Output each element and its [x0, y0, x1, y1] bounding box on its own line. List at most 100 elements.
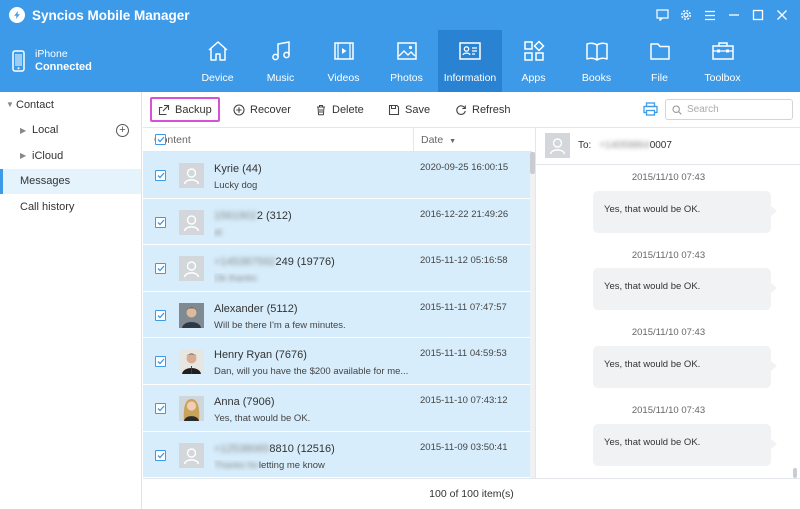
contact-name: 15619022 (312)	[214, 209, 292, 222]
collapse-arrow-icon[interactable]: ▶	[20, 151, 30, 160]
message-preview: Dan, will you have the $200 available fo…	[214, 366, 409, 378]
device-status: Connected	[35, 61, 92, 73]
avatar-placeholder-icon	[179, 442, 204, 468]
menu-icon[interactable]	[698, 3, 722, 27]
column-header-date[interactable]: Date ▼	[421, 134, 456, 146]
tab-file[interactable]: File	[628, 30, 691, 92]
home-icon	[208, 41, 227, 61]
list-item[interactable]: Anna (7906) Yes, that would be OK. 2015-…	[143, 384, 532, 432]
sidebar-item-label: Local	[32, 124, 59, 137]
message-date: 2020-09-25 16:00:15	[420, 162, 509, 173]
list-item[interactable]: 15619022 (312) at 2016-12-22 21:49:26	[143, 198, 532, 246]
delete-label: Delete	[332, 104, 364, 116]
app-logo-icon	[9, 7, 25, 23]
save-label: Save	[405, 104, 431, 116]
date-header-label: Date	[421, 134, 444, 146]
expand-arrow-icon[interactable]: ▼	[6, 100, 16, 109]
row-checkbox[interactable]	[155, 356, 166, 368]
row-checkbox[interactable]	[155, 216, 166, 228]
main-navbar: iPhone Connected Device Music Videos Pho…	[0, 30, 800, 92]
tab-apps[interactable]: Apps	[502, 30, 565, 92]
title-bar: Syncios Mobile Manager	[0, 0, 800, 30]
window-controls	[650, 0, 794, 30]
list-item[interactable]: +125380658810 (12516) Thanks forletting …	[143, 431, 532, 478]
row-checkbox[interactable]	[155, 449, 166, 461]
search-icon	[672, 104, 682, 115]
tab-label: Photos	[390, 72, 423, 84]
tab-label: Books	[581, 72, 612, 84]
tab-music[interactable]: Music	[249, 30, 312, 92]
trash-icon	[317, 105, 325, 116]
avatar-placeholder-icon	[179, 209, 204, 235]
floppy-icon	[388, 104, 400, 116]
add-group-icon[interactable]: +	[116, 123, 129, 137]
avatar-placeholder-icon	[179, 256, 204, 282]
message-bubble[interactable]: Yes, that would be OK.	[593, 268, 777, 310]
message-date: 2015-11-10 07:43:12	[420, 394, 508, 406]
message-timestamp: 2015/11/10 07:43	[631, 327, 706, 338]
redacted-text: at	[214, 226, 222, 238]
settings-gear-icon[interactable]	[674, 3, 698, 27]
sidebar-item-label: Messages	[20, 175, 71, 188]
print-icon[interactable]	[643, 102, 658, 119]
refresh-icon	[456, 105, 466, 115]
list-item[interactable]: +145387592249 (19776) Ok thanks 2015-11-…	[143, 245, 532, 292]
feedback-icon[interactable]	[650, 3, 674, 27]
recover-button[interactable]: Recover	[233, 100, 291, 120]
recipient: To: +14059864 0007	[578, 140, 672, 151]
row-checkbox[interactable]	[155, 263, 166, 275]
to-label: To:	[578, 140, 592, 151]
tab-toolbox[interactable]: Toolbox	[691, 30, 754, 92]
search-input[interactable]	[687, 104, 787, 115]
contact-name: +125380658810 (12516)	[214, 442, 335, 455]
sidebar-item-messages[interactable]: Messages	[0, 168, 141, 194]
row-checkbox[interactable]	[155, 309, 166, 321]
row-checkbox[interactable]	[155, 170, 166, 181]
conversation-header: To: +14059864 0007	[536, 128, 800, 165]
list-item[interactable]: Alexander (5112) Will be there I'm a few…	[143, 291, 532, 339]
list-item[interactable]: Henry Ryan (7676) Dan, will you have the…	[143, 338, 532, 385]
tab-photos[interactable]: Photos	[375, 30, 438, 92]
tab-label: Device	[201, 72, 234, 84]
device-info[interactable]: iPhone Connected	[0, 30, 142, 92]
sidebar-item-icloud[interactable]: ▶ iCloud	[0, 143, 141, 169]
message-bubble[interactable]: Yes, that would be OK.	[593, 346, 777, 388]
redacted-text: 1561902	[214, 209, 257, 222]
tab-information[interactable]: Information	[438, 30, 502, 92]
tab-label: Toolbox	[704, 72, 741, 84]
tab-device[interactable]: Device	[186, 30, 249, 92]
sidebar-item-call-history[interactable]: Call history	[0, 194, 141, 220]
folder-icon	[649, 43, 670, 60]
refresh-button[interactable]: Refresh	[455, 100, 511, 120]
tab-videos[interactable]: Videos	[312, 30, 375, 92]
message-preview: Lucky dog	[214, 180, 258, 191]
contact-name: Anna (7906)	[214, 395, 275, 408]
tab-label: Videos	[327, 72, 360, 84]
toolbox-icon	[711, 42, 734, 60]
list-item[interactable]: Kyrie (44) Lucky dog 2020-09-25 16:00:15	[143, 152, 532, 199]
export-icon	[158, 104, 170, 115]
conversation-panel: To: +14059864 0007 2015/11/10 07:43 Yes,…	[535, 128, 800, 478]
tab-books[interactable]: Books	[565, 30, 628, 92]
message-preview: Will be there I'm a few minutes.	[214, 319, 346, 331]
save-button[interactable]: Save	[388, 100, 430, 120]
message-date: 2016-12-22 21:49:26	[420, 208, 509, 220]
message-bubble[interactable]: Yes, that would be OK.	[593, 191, 777, 233]
collapse-arrow-icon[interactable]: ▶	[20, 126, 30, 135]
sidebar-item-local[interactable]: ▶ Local +	[0, 118, 141, 144]
plus-circle-icon	[233, 104, 245, 116]
delete-button[interactable]: Delete	[315, 100, 364, 120]
conversation-scrollbar[interactable]	[793, 468, 797, 478]
contact-card-icon	[459, 42, 481, 60]
minimize-icon[interactable]	[722, 3, 746, 27]
select-all-checkbox[interactable]	[155, 134, 166, 145]
row-checkbox[interactable]	[155, 402, 166, 414]
tab-label: Music	[266, 72, 295, 84]
maximize-icon[interactable]	[746, 3, 770, 27]
sidebar-item-contact[interactable]: ▼ Contact	[0, 92, 141, 118]
message-bubble[interactable]: Yes, that would be OK.	[593, 424, 777, 466]
sidebar-item-label: iCloud	[32, 149, 64, 162]
search-box[interactable]	[665, 99, 793, 120]
close-icon[interactable]	[770, 3, 794, 27]
backup-button[interactable]: Backup	[150, 97, 220, 122]
